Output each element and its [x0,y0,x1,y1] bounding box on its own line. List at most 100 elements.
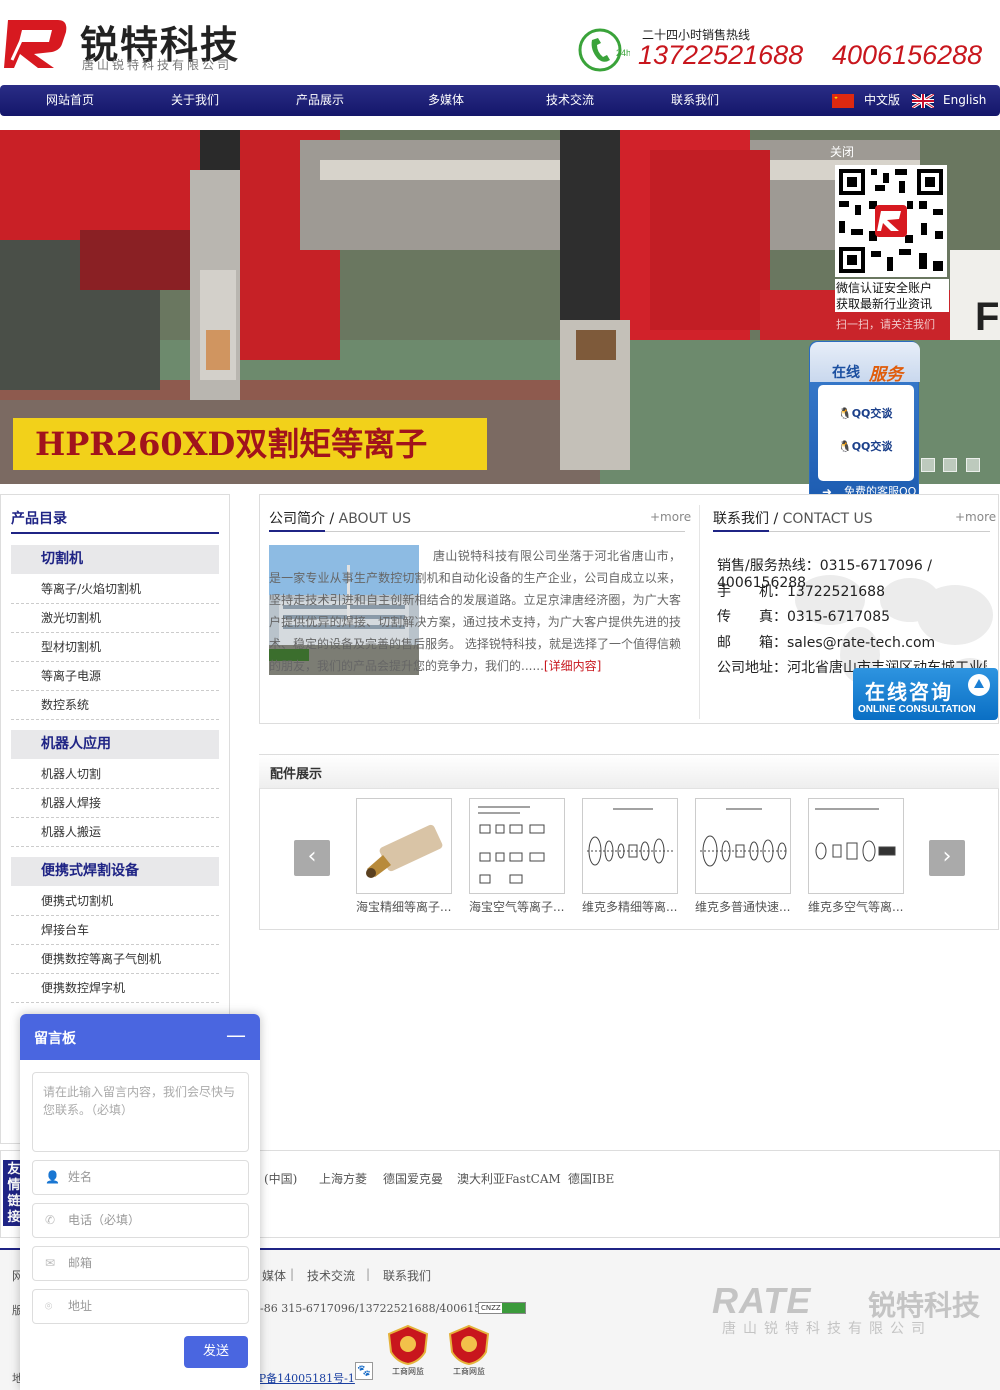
online-consultation-button[interactable]: 在线咨询 ONLINE CONSULTATION [853,668,998,720]
footer-nav-tech[interactable]: 技术交流 [307,1267,355,1284]
qr-follow-text: 扫一扫，请关注我们 [836,318,935,331]
part-label-3[interactable]: 维克多精细等离... [582,898,682,915]
phone-icon: ✆ [45,1213,56,1227]
about-divider-accent [269,530,325,532]
part-label-1[interactable]: 海宝精细等离子... [356,898,456,915]
china-flag-icon[interactable] [832,94,854,108]
parts-exploded-icon [700,808,788,867]
gov-badge-2[interactable]: 工商网监 [446,1324,492,1378]
parts-exploded-icon [587,808,675,866]
banner-caption: HPR260XD双割矩等离子 [13,418,487,470]
qq-chat-link-1[interactable]: 🐧QQ交谈 [838,405,892,421]
qq-panel-body: 🐧QQ交谈 🐧QQ交谈 [818,385,914,481]
mail-icon: ✉ [45,1256,56,1270]
email-field[interactable]: ✉ 邮箱 [32,1246,249,1281]
footer-nav-multimedia[interactable]: 媒体 [262,1267,286,1284]
part-label-4[interactable]: 维克多普通快速... [695,898,795,915]
qq-penguin-icon: 🐧 [838,440,852,453]
qr-close-button[interactable]: 关闭 [830,143,854,160]
sidebar-item[interactable]: 型材切割机 [11,633,219,662]
sidebar-category-portable[interactable]: 便携式焊割设备 [11,857,219,886]
contact-more-link[interactable]: +more [955,510,996,524]
nav-tech[interactable]: 技术交流 [520,85,620,116]
part-image-3[interactable] [582,798,678,894]
sidebar-category-robot[interactable]: 机器人应用 [11,730,219,759]
paw-icon[interactable]: 🐾 [355,1362,373,1380]
footer-nav-contact[interactable]: 联系我们 [383,1267,431,1284]
part-image-5[interactable] [808,798,904,894]
nav-multimedia[interactable]: 多媒体 [396,85,496,116]
slide-dot-2[interactable] [943,458,957,472]
site-header: 锐特科技 唐山锐特科技有限公司 24h 二十四小时销售热线 1372252168… [0,0,1000,84]
friend-link[interactable]: 上海方菱 [319,1170,367,1187]
part-label-2[interactable]: 海宝空气等离子... [469,898,569,915]
about-divider [269,531,685,532]
message-board-header: 留言板 — [20,1014,260,1060]
contact-mobile: 手 机：13722521688 [717,584,885,600]
message-content-input[interactable]: 请在此输入留言内容，我们会尽快与您联系。（必填） [32,1072,249,1152]
sidebar-item[interactable]: 机器人搬运 [11,818,219,847]
about-more-link[interactable]: +more [650,510,691,524]
chat-bubble-icon [968,674,990,696]
sidebar-item[interactable]: 便携式切割机 [11,887,219,916]
slide-dot-3[interactable] [966,458,980,472]
part-image-2[interactable] [469,798,565,894]
svg-text:24h: 24h [616,48,630,58]
parts-prev-button[interactable]: ‹ [294,840,330,876]
sidebar-item[interactable]: 便携数控等离子气刨机 [11,945,219,974]
address-field[interactable]: ⌾ 地址 [32,1289,249,1324]
nav-home[interactable]: 网站首页 [20,85,120,116]
nav-contact[interactable]: 联系我们 [645,85,745,116]
message-board: 留言板 — 请在此输入留言内容，我们会尽快与您联系。（必填） 👤 姓名 ✆ 电话（必… [20,1014,260,1390]
part-label-5[interactable]: 维克多空气等离... [808,898,908,915]
nav-products[interactable]: 产品展示 [270,85,370,116]
hotline-400: 4006156288 [832,40,983,70]
footer-logo-en: RATE [712,1280,812,1321]
phone-24h-icon: 24h [578,28,630,72]
contact-email: 邮 箱：sales@rate-tech.com [717,635,936,651]
qq-service-panel: 在线 服务 🐧QQ交谈 🐧QQ交谈 ➜ 免费的客服QQ [809,341,920,506]
parts-next-button[interactable]: › [929,840,965,876]
friend-link[interactable]: 德国IBE [568,1170,614,1187]
phone-field[interactable]: ✆ 电话（必填） [32,1203,249,1238]
sidebar-category-cutting[interactable]: 切割机 [11,545,219,574]
parts-header-bar [259,755,999,789]
message-board-title: 留言板 [34,1031,76,1047]
sidebar-item[interactable]: 数控系统 [11,691,219,720]
torch-part-icon [366,824,443,878]
nav-about[interactable]: 关于我们 [145,85,245,116]
lang-chinese[interactable]: 中文版 [864,85,900,116]
sidebar-item[interactable]: 机器人切割 [11,760,219,789]
user-icon: 👤 [45,1170,60,1184]
sidebar-item[interactable]: 激光切割机 [11,604,219,633]
slide-dot-1[interactable] [921,458,935,472]
sidebar-item[interactable]: 焊接台车 [11,916,219,945]
friend-link[interactable]: 澳大利亚FastCAM [457,1170,561,1187]
contact-title: 联系我们 / CONTACT US [713,511,873,527]
shield-badge-icon [448,1324,490,1366]
qq-chat-link-2[interactable]: 🐧QQ交谈 [838,438,892,454]
logo-icon[interactable] [4,14,70,72]
shield-badge-icon [387,1324,429,1366]
gov-badge-1[interactable]: 工商网监 [385,1324,431,1378]
location-icon: ⌾ [45,1299,53,1313]
sidebar-item[interactable]: 等离子电源 [11,662,219,691]
about-detail-link[interactable]: [详细内容] [544,659,601,673]
friend-link[interactable]: (中国) [264,1170,297,1187]
lang-english[interactable]: English [943,85,986,116]
part-image-1[interactable] [356,798,452,894]
send-button[interactable]: 发送 [184,1336,248,1368]
footer-nav-separator: | [290,1267,295,1281]
minimize-icon[interactable]: — [226,1025,246,1045]
uk-flag-icon[interactable] [912,94,934,108]
name-field[interactable]: 👤 姓名 [32,1160,249,1195]
footer-nav-separator: | [366,1267,371,1281]
sidebar-item[interactable]: 便携数控焊字机 [11,974,219,1003]
cnzz-badge[interactable]: CNZZ [478,1302,526,1314]
sidebar-item[interactable]: 等离子/火焰切割机 [11,575,219,604]
wechat-qr-code [835,165,947,277]
friend-link[interactable]: 德国爱克曼 [383,1170,443,1187]
sidebar-item[interactable]: 机器人焊接 [11,789,219,818]
part-image-4[interactable] [695,798,791,894]
footer-phones: -86 315-6717096/13722521688/4006156288 [260,1302,510,1315]
